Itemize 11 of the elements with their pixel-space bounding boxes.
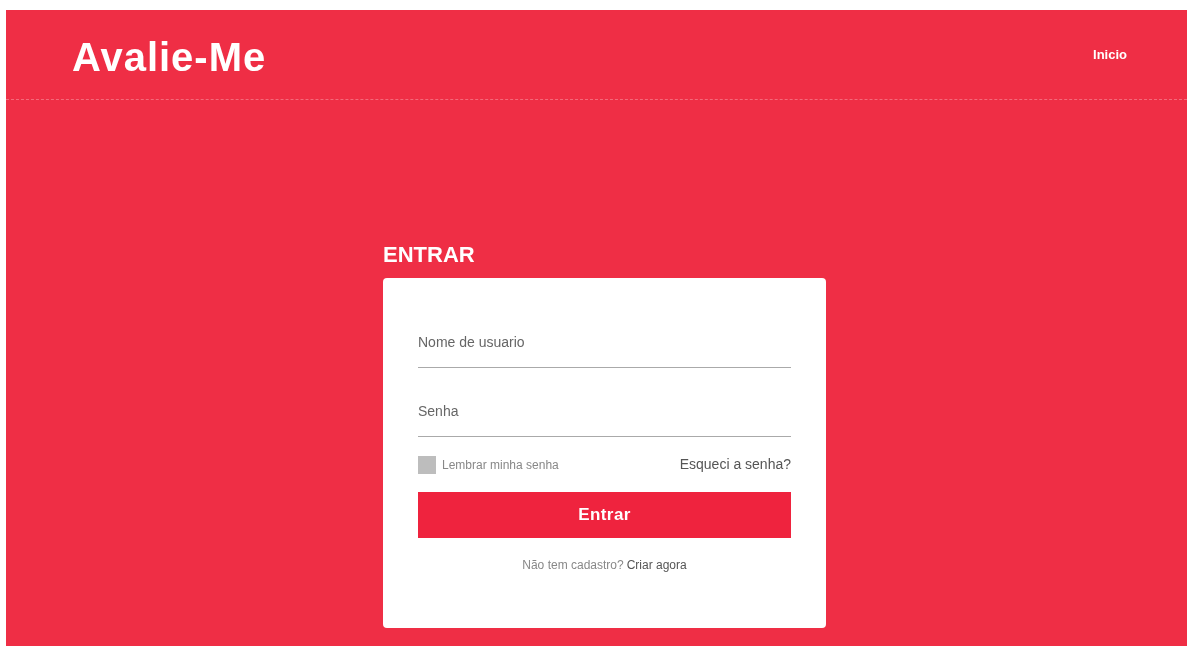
remember-checkbox[interactable] xyxy=(418,455,436,474)
username-field[interactable]: Nome de usuario xyxy=(418,316,791,368)
login-title: ENTRAR xyxy=(383,242,476,268)
submit-button[interactable]: Entrar xyxy=(418,492,791,538)
signup-prompt: Não tem cadastro? xyxy=(522,557,624,574)
remember-label: Lembrar minha senha xyxy=(442,456,559,474)
signup-link[interactable]: Criar agora xyxy=(626,556,687,574)
forgot-password-link[interactable]: Esqueci a senha? xyxy=(679,454,791,475)
logo: Avalie-Me xyxy=(72,33,267,81)
password-field[interactable]: Senha xyxy=(418,385,791,437)
nav-link[interactable]: Inicio xyxy=(1093,44,1127,65)
